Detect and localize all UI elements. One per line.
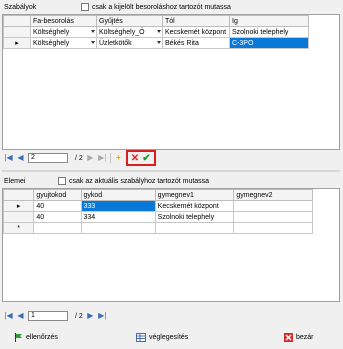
table-cell[interactable]: Szolnoki telephely	[229, 26, 309, 38]
table-cell[interactable]: 40	[33, 211, 82, 223]
rules-filter-checkbox-box[interactable]	[81, 3, 89, 11]
new-row-indicator[interactable]: *	[2, 222, 35, 234]
table-cell[interactable]	[80, 222, 156, 234]
elements-filter-label: csak az aktuális szabályhoz tartozót mut…	[69, 177, 210, 185]
last-record-icon[interactable]: ▶|	[98, 311, 107, 321]
finalize-button[interactable]: véglegesítés	[136, 333, 188, 342]
table-cell[interactable]: Szolnoki telephely	[154, 211, 235, 223]
row-header[interactable]	[2, 211, 35, 223]
rules-col-header[interactable]: Fa-besorolás	[30, 15, 97, 27]
elements-total-count: / 2	[75, 312, 83, 320]
close-button[interactable]: bezár	[284, 333, 314, 342]
table-cell-combo[interactable]: Költséghely	[30, 37, 97, 49]
close-button-label: bezár	[296, 334, 314, 341]
elements-table: gyujtokod gykod gymegnev1 gymegnev2 ▸ 40…	[2, 189, 313, 234]
table-cell[interactable]: 40	[33, 200, 82, 212]
highlight-box: ✕ ✔	[125, 150, 156, 166]
rules-navigator: |◀ ◀ 2 / 2 ▶ ▶| + ✕ ✔	[4, 150, 156, 166]
table-cell[interactable]: Kecskemét központ	[162, 26, 230, 38]
elements-navigator: |◀ ◀ 1 / 2 ▶ ▶|	[4, 310, 107, 322]
rules-section-title: Szabályok	[4, 4, 37, 11]
table-cell[interactable]	[233, 211, 313, 223]
splitter[interactable]	[2, 170, 340, 172]
elements-filter-checkbox[interactable]: csak az aktuális szabályhoz tartozót mut…	[58, 177, 209, 185]
table-row[interactable]: ▸ 40 333 Kecskemét központ	[2, 200, 313, 212]
elements-grid[interactable]: gyujtokod gykod gymegnev1 gymegnev2 ▸ 40…	[2, 188, 340, 302]
elements-col-header[interactable]: gyujtokod	[33, 189, 82, 201]
table-row[interactable]: Költséghely Költséghely_Ö Kecskemét közp…	[3, 26, 309, 38]
delete-record-icon[interactable]: ✕	[131, 153, 139, 164]
rules-table: Fa-besorolás Gyűjtés Tól Ig Költséghely …	[3, 15, 309, 49]
rules-grid[interactable]: Fa-besorolás Gyűjtés Tól Ig Költséghely …	[2, 14, 340, 150]
elements-col-header[interactable]: gymegnev1	[154, 189, 235, 201]
elements-position-input[interactable]: 1	[28, 311, 68, 321]
next-record-icon[interactable]: ▶	[86, 153, 95, 163]
elements-header-row: gyujtokod gykod gymegnev1 gymegnev2	[2, 189, 313, 201]
elements-section-title: Elemei	[4, 178, 26, 185]
rules-corner-header	[3, 15, 31, 27]
first-record-icon[interactable]: |◀	[4, 311, 13, 321]
rules-filter-label: csak a kijelölt besoroláshoz tartozót mu…	[92, 3, 231, 11]
table-row[interactable]: 40 334 Szolnoki telephely	[2, 211, 313, 223]
prev-record-icon[interactable]: ◀	[16, 153, 25, 163]
table-cell-combo[interactable]: Üzletkötők	[96, 37, 163, 49]
dropdown-arrow-icon[interactable]	[91, 41, 95, 44]
table-cell[interactable]	[233, 200, 313, 212]
prev-record-icon[interactable]: ◀	[16, 311, 25, 321]
table-row[interactable]: ▸ Költséghely Üzletkötők Békés Rita C-3P…	[3, 37, 309, 49]
rules-header-row: Fa-besorolás Gyűjtés Tól Ig	[3, 15, 309, 27]
new-table-row[interactable]: *	[2, 222, 313, 234]
table-cell-selected[interactable]: C-3PO	[229, 37, 309, 49]
dropdown-arrow-icon[interactable]	[91, 30, 95, 33]
confirm-record-icon[interactable]: ✔	[142, 153, 150, 164]
next-record-icon[interactable]: ▶	[86, 311, 95, 321]
row-header[interactable]	[3, 26, 31, 38]
table-cell[interactable]: 334	[80, 211, 156, 223]
table-cell[interactable]: Békés Rita	[162, 37, 230, 49]
check-button-label: ellenőrzés	[26, 334, 58, 341]
check-button[interactable]: ellenőrzés	[14, 333, 58, 342]
current-row-indicator[interactable]: ▸	[3, 37, 31, 49]
table-cell[interactable]	[233, 222, 313, 234]
table-cell-combo[interactable]: Költséghely_Ö	[96, 26, 163, 38]
close-icon	[284, 333, 293, 342]
rules-position-input[interactable]: 2	[28, 153, 68, 163]
rules-col-header[interactable]: Gyűjtés	[96, 15, 163, 27]
elements-col-header[interactable]: gykod	[80, 189, 156, 201]
elements-col-header[interactable]: gymegnev2	[233, 189, 313, 201]
table-cell[interactable]	[154, 222, 235, 234]
elements-filter-checkbox-box[interactable]	[58, 177, 66, 185]
rules-filter-checkbox[interactable]: csak a kijelölt besoroláshoz tartozót mu…	[81, 3, 231, 11]
table-cell-selected[interactable]: 333	[80, 200, 156, 212]
first-record-icon[interactable]: |◀	[4, 153, 13, 163]
table-cell[interactable]: Kecskemét központ	[154, 200, 235, 212]
table-cell-combo[interactable]: Költséghely	[30, 26, 97, 38]
rules-col-header[interactable]: Ig	[229, 15, 309, 27]
table-cell[interactable]	[33, 222, 82, 234]
finalize-button-label: véglegesítés	[149, 334, 189, 341]
rules-total-count: / 2	[75, 154, 83, 162]
current-row-indicator[interactable]: ▸	[2, 200, 35, 212]
rules-col-header[interactable]: Tól	[162, 15, 230, 27]
last-record-icon[interactable]: ▶|	[98, 153, 107, 163]
add-record-icon[interactable]: +	[114, 153, 123, 163]
elements-corner-header	[2, 189, 35, 201]
grid-save-icon	[136, 333, 146, 342]
dropdown-arrow-icon[interactable]	[157, 30, 161, 33]
flag-icon	[15, 333, 22, 342]
dropdown-arrow-icon[interactable]	[157, 41, 161, 44]
nav-separator	[109, 153, 111, 163]
